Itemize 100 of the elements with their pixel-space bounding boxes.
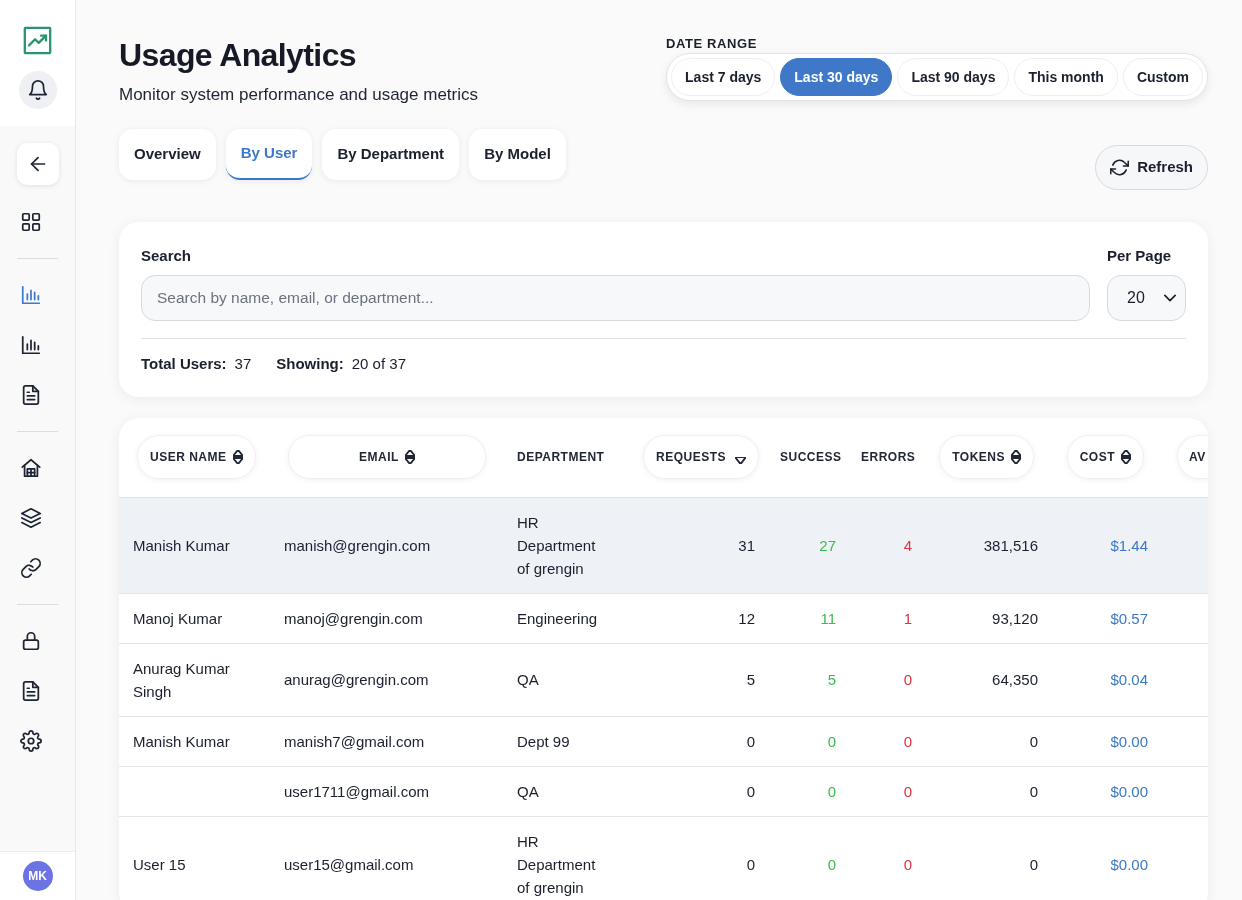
table-cell: Manoj Kumar bbox=[119, 593, 270, 643]
table-cell: manish7@gmail.com bbox=[270, 716, 503, 766]
table-row[interactable]: user1711@gmail.com QA 0 0 0 0 $0.00 bbox=[119, 766, 1208, 816]
table-cell: 0 bbox=[629, 816, 766, 900]
table-row[interactable]: Anurag Kumar Singh anurag@grengin.com QA 5 5 0 64,350 $0.04 bbox=[119, 643, 1208, 716]
trend-chart-logo-icon bbox=[23, 26, 52, 55]
stat-label: Showing: bbox=[276, 354, 344, 374]
table-cell: 93,120 bbox=[923, 593, 1049, 643]
table-cell: Manish Kumar bbox=[119, 497, 270, 593]
search-label: Search bbox=[141, 246, 193, 266]
table-cell: HR Department of grengin bbox=[503, 816, 629, 900]
column-header: ERRORS bbox=[847, 418, 923, 497]
table-row[interactable]: User 15 user15@gmail.com HR Department of grengin 0 0 0 0 $0.00 bbox=[119, 816, 1208, 900]
table-cell: 0 bbox=[923, 716, 1049, 766]
table-cell: $0.00 bbox=[1049, 716, 1159, 766]
table-cell: Manish Kumar bbox=[119, 716, 270, 766]
table-cell: 4 bbox=[847, 497, 923, 593]
table-cell: anurag@grengin.com bbox=[270, 643, 503, 716]
view-tab[interactable]: Overview bbox=[119, 129, 216, 180]
layers-icon bbox=[20, 507, 42, 529]
table-cell: 381,516 bbox=[923, 497, 1049, 593]
table-cell: $0.00 bbox=[1049, 816, 1159, 900]
stat-value: 20 of 37 bbox=[351, 354, 406, 374]
search-field[interactable]: Search by name, email, or department... bbox=[141, 275, 1090, 321]
sort-header-button[interactable]: EMAIL bbox=[288, 435, 486, 480]
table-cell: 0 bbox=[766, 766, 847, 816]
table-cell: manish@grengin.com bbox=[270, 497, 503, 593]
table-cell: Engineering bbox=[503, 593, 629, 643]
table-cell: QA bbox=[503, 766, 629, 816]
table-cell: 64,350 bbox=[923, 643, 1049, 716]
table-cell: manoj@grengin.com bbox=[270, 593, 503, 643]
per-page-label: Per Page bbox=[1107, 246, 1173, 266]
table-cell: Anurag Kumar Singh bbox=[119, 643, 270, 716]
back-button[interactable] bbox=[17, 143, 59, 185]
date-range-label: DATE RANGE bbox=[666, 36, 759, 52]
date-range-option[interactable]: Last 7 days bbox=[671, 58, 776, 96]
date-range-option[interactable]: Custom bbox=[1122, 58, 1203, 96]
table-cell: 0 bbox=[629, 766, 766, 816]
table-cell: 0 bbox=[847, 816, 923, 900]
date-range-option[interactable]: This month bbox=[1014, 58, 1118, 96]
table-cell: $0.00 bbox=[1049, 766, 1159, 816]
sort-header-button[interactable]: REQUESTS bbox=[643, 435, 759, 480]
table-cell: 11 bbox=[766, 593, 847, 643]
table-row[interactable]: Manish Kumar manish@grengin.com HR Department of grengin 31 27 4 381,516 $1.44 bbox=[119, 497, 1208, 593]
table-cell: user1711@gmail.com bbox=[270, 766, 503, 816]
notification-button[interactable] bbox=[18, 71, 57, 109]
table-cell: $0.04 bbox=[1049, 643, 1159, 716]
table-cell: HR Department of grengin bbox=[503, 497, 629, 593]
page-subtitle: Monitor system performance and usage metrics bbox=[119, 84, 480, 106]
sort-header-button[interactable]: AV bbox=[1177, 435, 1208, 480]
table-cell: 0 bbox=[766, 716, 847, 766]
grid-icon bbox=[20, 211, 42, 233]
stat-value: 37 bbox=[234, 354, 252, 374]
document-icon bbox=[20, 384, 42, 406]
table-cell: 0 bbox=[629, 716, 766, 766]
column-header: SUCCESS bbox=[766, 418, 847, 497]
refresh-icon bbox=[1110, 158, 1130, 177]
table-cell: 0 bbox=[766, 816, 847, 900]
table-cell: $1.44 bbox=[1049, 497, 1159, 593]
sort-header-button[interactable]: COST bbox=[1066, 435, 1144, 480]
table-cell: $0.57 bbox=[1049, 593, 1159, 643]
document-icon bbox=[20, 680, 42, 702]
refresh-button[interactable]: Refresh bbox=[1095, 145, 1208, 190]
table-cell: 0 bbox=[923, 816, 1049, 900]
page-title: Usage Analytics bbox=[119, 36, 358, 75]
chevron-down-icon bbox=[1164, 294, 1176, 302]
date-range-option[interactable]: Last 30 days bbox=[780, 58, 893, 96]
table-cell: Dept 99 bbox=[503, 716, 629, 766]
table-cell: 0 bbox=[923, 766, 1049, 816]
table-cell: 5 bbox=[629, 643, 766, 716]
table-cell: 0 bbox=[847, 643, 923, 716]
sort-header-button[interactable]: USER NAME bbox=[137, 435, 256, 480]
table-cell: 0 bbox=[847, 716, 923, 766]
stat-label: Total Users: bbox=[141, 354, 227, 374]
building-icon bbox=[20, 457, 42, 479]
link-icon bbox=[20, 557, 42, 579]
table-cell: 5 bbox=[766, 643, 847, 716]
lock-icon bbox=[20, 630, 42, 652]
table-cell: 1 bbox=[847, 593, 923, 643]
table-row[interactable]: Manish Kumar manish7@gmail.com Dept 99 0 0 0 0 $0.00 bbox=[119, 716, 1208, 766]
bell-icon bbox=[26, 79, 49, 101]
sort-header-button[interactable]: TOKENS bbox=[939, 435, 1034, 480]
table-cell: 27 bbox=[766, 497, 847, 593]
table-cell: QA bbox=[503, 643, 629, 716]
table-cell: user15@gmail.com bbox=[270, 816, 503, 900]
settings-icon bbox=[20, 730, 42, 752]
table-cell: User 15 bbox=[119, 816, 270, 900]
table-cell: 0 bbox=[847, 766, 923, 816]
date-range-option[interactable]: Last 90 days bbox=[897, 58, 1010, 96]
bar-chart-icon bbox=[20, 284, 42, 306]
view-tab[interactable]: By User bbox=[225, 129, 313, 180]
view-tab[interactable]: By Department bbox=[322, 129, 460, 180]
table-cell: 12 bbox=[629, 593, 766, 643]
user-avatar[interactable]: MK bbox=[22, 861, 53, 891]
table-row[interactable]: Manoj Kumar manoj@grengin.com Engineering 12 11 1 93,120 $0.57 bbox=[119, 593, 1208, 643]
table-cell: 31 bbox=[629, 497, 766, 593]
per-page-select[interactable]: 20 bbox=[1107, 275, 1186, 321]
bar-chart-icon bbox=[20, 334, 42, 356]
view-tab[interactable]: By Model bbox=[469, 129, 566, 180]
column-header: DEPARTMENT bbox=[503, 418, 629, 497]
